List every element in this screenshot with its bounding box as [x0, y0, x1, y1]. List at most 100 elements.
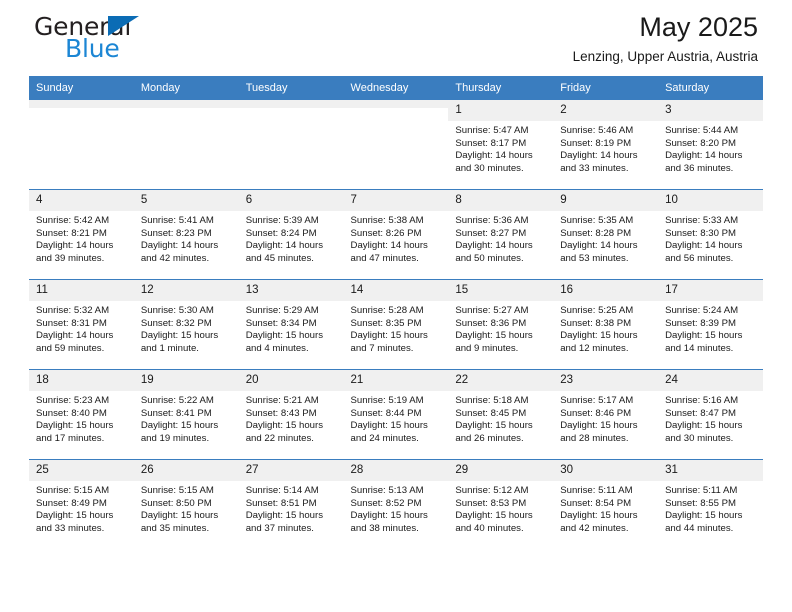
day-cell-inner: 12 Sunrise: 5:30 AM Sunset: 8:32 PM Dayligh…	[133, 280, 239, 369]
sun-info-line-2: Sunset: 8:38 PM	[560, 317, 632, 329]
sun-info-line-4: and 37 minutes.	[245, 522, 314, 534]
day-number: 15	[448, 280, 554, 301]
calendar-header-row: Sunday Monday Tuesday Wednesday Thursday…	[29, 76, 763, 100]
calendar-day-cell[interactable]: 14 Sunrise: 5:28 AM Sunset: 8:35 PM Dayligh…	[343, 279, 449, 370]
sun-info-line-3: Daylight: 14 hours	[36, 330, 114, 342]
sun-info: Sunrise: 5:44 AM Sunset: 8:20 PM Daylight:…	[658, 121, 763, 175]
calendar-day-cell[interactable]: 4 Sunrise: 5:42 AM Sunset: 8:21 PM Daylight…	[29, 189, 134, 280]
calendar-cell-empty	[29, 100, 134, 190]
sun-info: Sunrise: 5:46 AM Sunset: 8:19 PM Daylight:…	[553, 121, 658, 175]
day-cell-inner: 17 Sunrise: 5:24 AM Sunset: 8:39 PM Dayligh…	[658, 280, 763, 369]
day-number: 7	[343, 190, 449, 211]
sun-info: Sunrise: 5:29 AM Sunset: 8:34 PM Daylight:…	[239, 301, 344, 355]
weekday-header-saturday: Saturday	[658, 76, 763, 100]
calendar-day-cell[interactable]: 9 Sunrise: 5:35 AM Sunset: 8:28 PM Daylight…	[553, 189, 659, 280]
day-number: 1	[448, 100, 554, 121]
day-cell-inner: 4 Sunrise: 5:42 AM Sunset: 8:21 PM Daylight…	[29, 190, 134, 279]
sun-info-line-1: Sunrise: 5:22 AM	[140, 395, 214, 406]
calendar-day-cell[interactable]: 6 Sunrise: 5:39 AM Sunset: 8:24 PM Daylight…	[238, 189, 344, 280]
calendar-day-cell[interactable]: 29 Sunrise: 5:12 AM Sunset: 8:53 PM Dayligh…	[448, 459, 554, 549]
day-cell-inner: 9 Sunrise: 5:35 AM Sunset: 8:28 PM Daylight…	[553, 190, 659, 279]
calendar-day-cell[interactable]: 3 Sunrise: 5:44 AM Sunset: 8:20 PM Daylight…	[658, 100, 763, 190]
sun-info: Sunrise: 5:38 AM Sunset: 8:26 PM Daylight:…	[344, 211, 449, 265]
day-number: 12	[133, 280, 239, 301]
calendar-day-cell[interactable]: 18 Sunrise: 5:23 AM Sunset: 8:40 PM Dayligh…	[29, 369, 134, 460]
day-cell-inner: 15 Sunrise: 5:27 AM Sunset: 8:36 PM Dayligh…	[448, 280, 554, 369]
calendar-day-cell[interactable]: 28 Sunrise: 5:13 AM Sunset: 8:52 PM Dayligh…	[343, 459, 449, 549]
sun-info-line-3: Daylight: 15 hours	[140, 330, 219, 342]
day-cell-inner: 22 Sunrise: 5:18 AM Sunset: 8:45 PM Dayligh…	[448, 370, 554, 459]
sun-info-line-4: and 22 minutes.	[245, 432, 314, 444]
sun-info-line-3: Daylight: 15 hours	[140, 510, 219, 522]
sun-info: Sunrise: 5:35 AM Sunset: 8:28 PM Daylight:…	[553, 211, 658, 265]
sun-info-line-1: Sunrise: 5:16 AM	[665, 395, 739, 406]
calendar-day-cell[interactable]: 15 Sunrise: 5:27 AM Sunset: 8:36 PM Dayligh…	[448, 279, 554, 370]
calendar-day-cell[interactable]: 22 Sunrise: 5:18 AM Sunset: 8:45 PM Dayligh…	[448, 369, 554, 460]
calendar-day-cell[interactable]: 5 Sunrise: 5:41 AM Sunset: 8:23 PM Daylight…	[133, 189, 239, 280]
calendar-day-cell[interactable]: 24 Sunrise: 5:16 AM Sunset: 8:47 PM Dayligh…	[658, 369, 763, 460]
calendar-day-cell[interactable]: 1 Sunrise: 5:47 AM Sunset: 8:17 PM Daylight…	[448, 100, 554, 190]
sun-info-line-2: Sunset: 8:36 PM	[455, 317, 527, 329]
calendar-day-cell[interactable]: 23 Sunrise: 5:17 AM Sunset: 8:46 PM Dayligh…	[553, 369, 659, 460]
sun-info: Sunrise: 5:41 AM Sunset: 8:23 PM Daylight:…	[134, 211, 239, 265]
sun-info-line-2: Sunset: 8:35 PM	[350, 317, 422, 329]
sun-info-line-2: Sunset: 8:26 PM	[350, 227, 422, 239]
sun-info-line-3: Daylight: 15 hours	[350, 330, 428, 342]
sun-info-line-2: Sunset: 8:21 PM	[36, 227, 107, 239]
sun-info-line-3: Daylight: 14 hours	[455, 150, 533, 162]
sun-info-line-1: Sunrise: 5:19 AM	[350, 395, 424, 406]
sun-info-line-4: and 59 minutes.	[36, 342, 105, 354]
title-block: May 2025 Lenzing, Upper Austria, Austria	[573, 10, 758, 67]
sun-info-line-1: Sunrise: 5:21 AM	[245, 395, 319, 406]
sun-info-line-3: Daylight: 14 hours	[665, 240, 743, 252]
calendar-day-cell[interactable]: 13 Sunrise: 5:29 AM Sunset: 8:34 PM Dayligh…	[238, 279, 344, 370]
calendar-day-cell[interactable]: 31 Sunrise: 5:11 AM Sunset: 8:55 PM Dayligh…	[658, 459, 763, 549]
calendar-week-row: 18 Sunrise: 5:23 AM Sunset: 8:40 PM Dayligh…	[29, 369, 763, 460]
day-number: 18	[29, 370, 134, 391]
day-cell-inner: 2 Sunrise: 5:46 AM Sunset: 8:19 PM Daylight…	[553, 100, 659, 189]
sun-info-line-3: Daylight: 15 hours	[140, 420, 219, 432]
calendar-day-cell[interactable]: 21 Sunrise: 5:19 AM Sunset: 8:44 PM Dayligh…	[343, 369, 449, 460]
weekday-header-thursday: Thursday	[448, 76, 554, 100]
calendar-day-cell[interactable]: 12 Sunrise: 5:30 AM Sunset: 8:32 PM Dayligh…	[133, 279, 239, 370]
sun-info-line-4: and 4 minutes.	[245, 342, 309, 354]
day-number: 20	[238, 370, 344, 391]
sun-info: Sunrise: 5:30 AM Sunset: 8:32 PM Daylight:…	[134, 301, 239, 355]
sun-info-line-1: Sunrise: 5:41 AM	[140, 215, 214, 226]
day-number: 6	[238, 190, 344, 211]
calendar-day-cell[interactable]: 8 Sunrise: 5:36 AM Sunset: 8:27 PM Daylight…	[448, 189, 554, 280]
sun-info: Sunrise: 5:24 AM Sunset: 8:39 PM Daylight:…	[658, 301, 763, 355]
sun-info-line-4: and 35 minutes.	[140, 522, 210, 534]
sun-info-line-4: and 26 minutes.	[455, 432, 524, 444]
calendar-day-cell[interactable]: 25 Sunrise: 5:15 AM Sunset: 8:49 PM Dayligh…	[29, 459, 134, 549]
day-number: 2	[553, 100, 659, 121]
sun-info: Sunrise: 5:13 AM Sunset: 8:52 PM Daylight:…	[344, 481, 449, 535]
day-number: 27	[238, 460, 344, 481]
sun-info-line-3: Daylight: 15 hours	[36, 420, 114, 432]
calendar-day-cell[interactable]: 27 Sunrise: 5:14 AM Sunset: 8:51 PM Dayligh…	[238, 459, 344, 549]
sun-info-line-2: Sunset: 8:49 PM	[36, 497, 107, 509]
sun-info-line-2: Sunset: 8:44 PM	[350, 407, 422, 419]
calendar-day-cell[interactable]: 11 Sunrise: 5:32 AM Sunset: 8:31 PM Dayligh…	[29, 279, 134, 370]
calendar-week-row: 1 Sunrise: 5:47 AM Sunset: 8:17 PM Daylight…	[29, 100, 763, 190]
calendar-day-cell[interactable]: 16 Sunrise: 5:25 AM Sunset: 8:38 PM Dayligh…	[553, 279, 659, 370]
calendar-day-cell[interactable]: 17 Sunrise: 5:24 AM Sunset: 8:39 PM Dayligh…	[658, 279, 763, 370]
sun-info: Sunrise: 5:27 AM Sunset: 8:36 PM Daylight:…	[448, 301, 553, 355]
general-blue-logo[interactable]: General Blue	[34, 12, 254, 70]
calendar-day-cell[interactable]: 30 Sunrise: 5:11 AM Sunset: 8:54 PM Dayligh…	[553, 459, 659, 549]
sun-info-line-3: Daylight: 15 hours	[455, 510, 533, 522]
weekday-header-friday: Friday	[553, 76, 659, 100]
sun-info-line-3: Daylight: 15 hours	[36, 510, 114, 522]
calendar-day-cell[interactable]: 2 Sunrise: 5:46 AM Sunset: 8:19 PM Daylight…	[553, 100, 659, 190]
sun-info-line-2: Sunset: 8:43 PM	[245, 407, 317, 419]
calendar-day-cell[interactable]: 7 Sunrise: 5:38 AM Sunset: 8:26 PM Daylight…	[343, 189, 449, 280]
sun-info-line-2: Sunset: 8:24 PM	[245, 227, 317, 239]
calendar-day-cell[interactable]: 26 Sunrise: 5:15 AM Sunset: 8:50 PM Dayligh…	[133, 459, 239, 549]
calendar-day-cell[interactable]: 10 Sunrise: 5:33 AM Sunset: 8:30 PM Dayligh…	[658, 189, 763, 280]
day-cell-inner: 5 Sunrise: 5:41 AM Sunset: 8:23 PM Daylight…	[133, 190, 239, 279]
calendar-day-cell[interactable]: 19 Sunrise: 5:22 AM Sunset: 8:41 PM Dayligh…	[133, 369, 239, 460]
sun-info-line-3: Daylight: 15 hours	[560, 420, 638, 432]
calendar-day-cell[interactable]: 20 Sunrise: 5:21 AM Sunset: 8:43 PM Dayligh…	[238, 369, 344, 460]
sun-info-line-4: and 36 minutes.	[665, 162, 734, 174]
sun-info-line-1: Sunrise: 5:32 AM	[36, 305, 110, 316]
